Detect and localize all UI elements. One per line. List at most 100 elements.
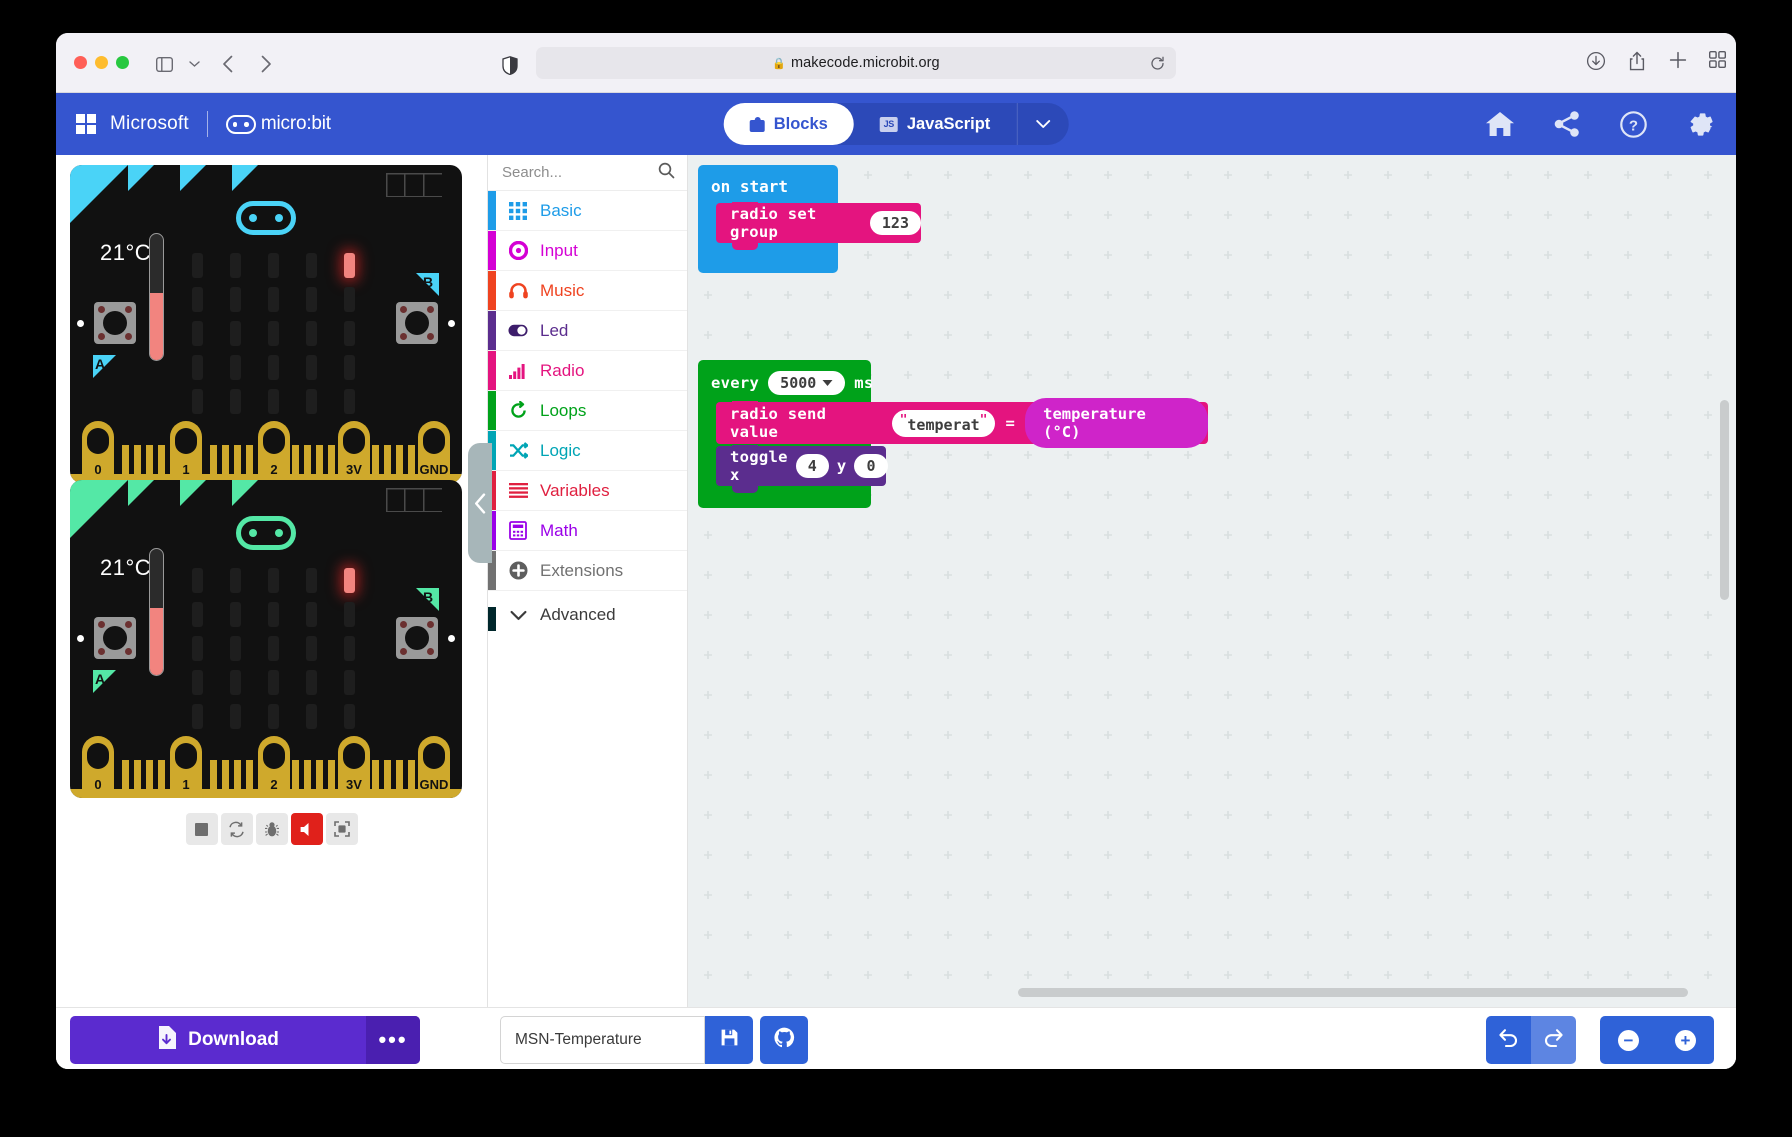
block-every-ms[interactable]: every 5000 ms radio send value "temperat… <box>698 360 1208 508</box>
tab-javascript[interactable]: JS JavaScript <box>854 103 1016 145</box>
block-radio-set-group[interactable]: radio set group 123 <box>716 202 921 250</box>
redo-button[interactable] <box>1531 1016 1576 1064</box>
toolbox-category-led[interactable]: Led <box>488 311 687 351</box>
toolbox-category-extensions[interactable]: Extensions <box>488 551 687 591</box>
radio-send-name-field[interactable]: "temperat" <box>891 409 996 437</box>
toolbox-category-input[interactable]: Input <box>488 231 687 271</box>
button-a[interactable] <box>94 617 136 659</box>
toolbox-category-math[interactable]: Math <box>488 511 687 551</box>
github-button[interactable] <box>760 1016 808 1064</box>
tab-overview-icon[interactable] <box>1708 50 1726 73</box>
led-on <box>344 253 355 278</box>
pin-dot-left <box>77 635 84 642</box>
category-label: Radio <box>540 360 585 380</box>
address-bar[interactable]: 🔒 makecode.microbit.org <box>536 47 1176 79</box>
tab-blocks[interactable]: Blocks <box>723 103 854 145</box>
thermometer-slider[interactable] <box>149 548 164 676</box>
zoom-in-button[interactable]: + <box>1657 1016 1714 1064</box>
led-matrix <box>192 253 355 414</box>
language-toggle: Blocks JS JavaScript <box>723 103 1069 145</box>
download-more-button[interactable]: ••• <box>366 1016 420 1064</box>
toggle-x-field[interactable]: 4 <box>795 454 829 478</box>
button-a-flag: A <box>93 670 116 693</box>
microbit-simulator-1[interactable]: 21°C A B 0 1 2 3V GND <box>70 165 462 483</box>
share-icon[interactable] <box>1554 111 1580 137</box>
shield-icon[interactable] <box>496 52 524 78</box>
home-icon[interactable] <box>1486 111 1514 137</box>
block-on-start-label: on start <box>711 177 789 196</box>
restart-icon[interactable] <box>220 813 253 845</box>
category-color-stripe <box>488 391 496 430</box>
block-toggle-xy[interactable]: toggle x 4 y 0 <box>716 445 888 493</box>
workspace-horizontal-scrollbar[interactable] <box>1018 988 1688 997</box>
search-icon[interactable] <box>658 162 675 184</box>
toolbox-advanced-toggle[interactable]: Advanced <box>488 591 687 631</box>
blocks-puzzle-icon <box>749 116 765 132</box>
reload-icon[interactable] <box>1148 54 1166 72</box>
download-button-main[interactable]: Download <box>70 1016 366 1064</box>
toolbox-category-radio[interactable]: Radio <box>488 351 687 391</box>
interval-dropdown-field[interactable]: 5000 <box>768 371 846 395</box>
button-a-flag: A <box>93 355 116 378</box>
project-name-input[interactable] <box>500 1016 705 1064</box>
forward-arrow-icon[interactable] <box>252 51 280 77</box>
save-button[interactable] <box>705 1016 753 1064</box>
block-toggle-label: toggle x <box>730 448 788 484</box>
chevron-down-icon[interactable] <box>180 51 208 77</box>
chevron-left-icon[interactable] <box>468 443 492 563</box>
workspace-vertical-scrollbar[interactable] <box>1720 400 1729 600</box>
pin-dot-right <box>448 320 455 327</box>
microbit-simulator-2[interactable]: 21°C A B 0 1 2 3V GND <box>70 480 462 798</box>
chevron-down-icon[interactable] <box>1016 103 1068 145</box>
category-color-stripe <box>488 231 496 270</box>
edge-connector-pins: 0 1 2 3V GND <box>70 415 462 483</box>
new-tab-icon[interactable] <box>1669 51 1687 74</box>
github-icon <box>773 1027 795 1053</box>
toolbox-category-logic[interactable]: Logic <box>488 431 687 471</box>
brand-divider <box>206 111 208 137</box>
button-b[interactable] <box>396 302 438 344</box>
toolbox-category-music[interactable]: Music <box>488 271 687 311</box>
blocks-workspace[interactable]: on start radio set group 123 every 5000 <box>688 155 1736 1007</box>
radio-group-field[interactable]: 123 <box>869 211 921 235</box>
window-traffic-lights <box>74 56 129 69</box>
toolbox-category-basic[interactable]: Basic <box>488 191 687 231</box>
brand-lockup: Microsoft micro:bit <box>76 111 331 137</box>
button-b[interactable] <box>396 617 438 659</box>
share-icon[interactable] <box>1628 51 1646 77</box>
stop-button[interactable] <box>185 813 218 845</box>
button-a[interactable] <box>94 302 136 344</box>
fullscreen-icon[interactable] <box>325 813 358 845</box>
button-b-flag: B <box>416 273 439 296</box>
help-icon[interactable]: ? <box>1620 110 1647 138</box>
category-label: Loops <box>540 400 587 420</box>
bug-icon[interactable] <box>255 813 288 845</box>
undo-button[interactable] <box>1486 1016 1531 1064</box>
block-temperature-reporter[interactable]: temperature (°C) <box>1025 398 1208 448</box>
close-window-button[interactable] <box>74 56 87 69</box>
lock-icon: 🔒 <box>772 57 786 70</box>
block-radio-send-value[interactable]: radio send value "temperat" = temperatur… <box>716 398 1208 448</box>
block-on-start[interactable]: on start radio set group 123 <box>698 165 921 273</box>
toolbox-category-variables[interactable]: Variables <box>488 471 687 511</box>
downloads-icon[interactable] <box>1586 51 1606 76</box>
zoom-window-button[interactable] <box>116 56 129 69</box>
caret-down-icon <box>822 380 833 386</box>
led-on <box>344 568 355 593</box>
microbit-face-logo-icon <box>236 201 296 235</box>
thermometer-slider[interactable] <box>149 233 164 361</box>
zoom-out-button[interactable]: − <box>1600 1016 1657 1064</box>
back-arrow-icon[interactable] <box>214 51 242 77</box>
sidebar-icon[interactable] <box>150 51 178 77</box>
tab-blocks-label: Blocks <box>773 114 828 133</box>
download-button[interactable]: Download ••• <box>70 1016 420 1064</box>
toolbox-category-loops[interactable]: Loops <box>488 391 687 431</box>
toggle-y-field[interactable]: 0 <box>854 454 888 478</box>
tab-javascript-label: JavaScript <box>906 114 991 133</box>
category-label: Basic <box>540 200 582 220</box>
category-label: Input <box>540 240 578 260</box>
mute-button[interactable] <box>290 813 323 845</box>
search-input[interactable] <box>502 164 652 181</box>
settings-gear-icon[interactable] <box>1687 111 1714 138</box>
minimize-window-button[interactable] <box>95 56 108 69</box>
